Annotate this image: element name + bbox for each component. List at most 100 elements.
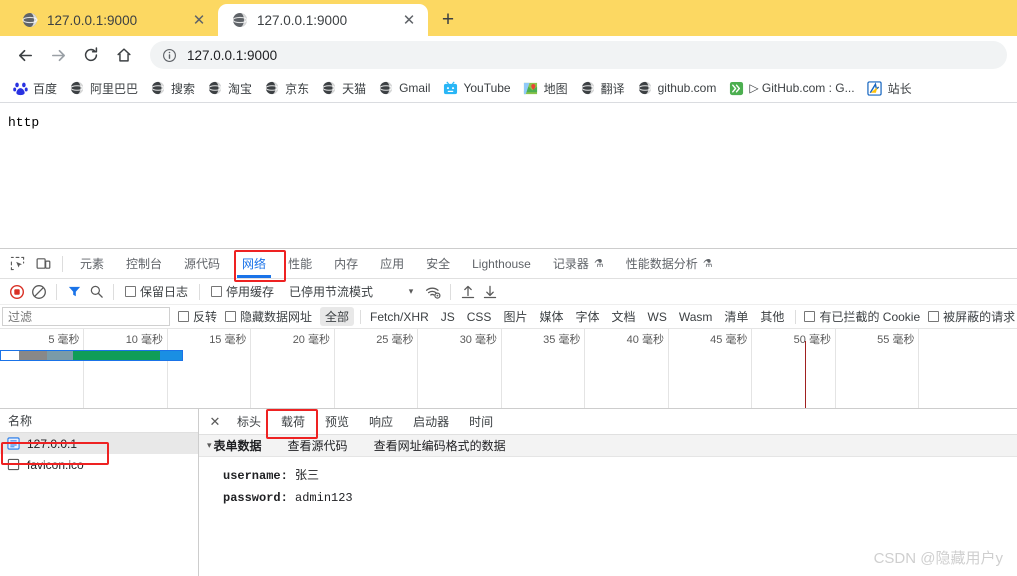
chevron-down-icon[interactable]: ▾ [400,282,422,302]
bookmark-translate[interactable]: 翻译 [574,76,631,100]
filter-type-label: 清单 [724,310,749,324]
devtools-tab-performance[interactable]: 性能 [277,250,323,278]
filter-funnel-icon[interactable] [63,282,85,302]
bookmark-alibaba[interactable]: 阿里巴巴 [63,76,144,100]
browser-tab-2[interactable]: 127.0.0.1:9000 ✕ [218,4,428,36]
devtools-tab-application[interactable]: 应用 [369,250,415,278]
upload-icon[interactable] [457,282,479,302]
bookmark-youtube[interactable]: YouTube [436,76,516,100]
filter-type-doc[interactable]: 文档 [606,307,640,326]
bookmark-label: 天猫 [342,81,367,96]
close-icon[interactable]: ✕ [203,411,227,433]
wifi-settings-icon[interactable] [422,282,444,302]
throttling-select[interactable]: 已停用节流模式 [285,283,373,300]
view-urlencoded-link[interactable]: 查看网址编码格式的数据 [374,437,506,454]
filter-type-all[interactable]: 全部 [320,307,355,326]
overview-bar-segment-content-download [73,351,160,360]
timeline-tick-label: 30 毫秒 [459,334,497,346]
request-list-header[interactable]: 名称 [0,409,198,433]
devtools-panel: 元素 控制台 源代码 网络 性能 内存 应用 安全 Lighthouse 记录器… [0,248,1017,576]
filter-type-media[interactable]: 媒体 [534,307,568,326]
bookmark-jd[interactable]: 京东 [258,76,315,100]
hide-data-urls-checkbox[interactable]: 隐藏数据网址 [225,308,312,325]
overview-bar-segment-queueing [1,351,19,360]
form-data-section-header[interactable]: ▾ 表单数据 查看源代码 查看网址编码格式的数据 [199,435,1017,457]
back-icon[interactable] [10,40,40,70]
filter-type-img[interactable]: 图片 [498,307,532,326]
tab-label: 启动器 [413,415,450,429]
tab-strip: 127.0.0.1:9000 ✕ 127.0.0.1:9000 ✕ + [0,0,1017,36]
toolbar-divider [56,283,57,300]
invert-checkbox[interactable]: 反转 [178,308,217,325]
inspect-element-icon[interactable] [4,252,30,276]
bookmark-taobao[interactable]: 淘宝 [201,76,258,100]
devtools-tab-lighthouse[interactable]: Lighthouse [461,250,542,278]
preserve-log-checkbox[interactable]: 保留日志 [125,283,188,300]
filter-type-label: CSS [466,309,492,324]
close-icon[interactable]: ✕ [400,11,418,29]
home-icon[interactable] [109,40,139,70]
devtools-tab-recorder[interactable]: 记录器 ⚗ [542,250,615,278]
address-bar[interactable]: 127.0.0.1:9000 [150,41,1007,69]
bookmark-gmail[interactable]: Gmail [372,76,436,100]
bookmark-chinaz[interactable]: 站长 [861,76,918,100]
tab-label: 网络 [242,257,267,271]
bookmark-baidu[interactable]: 百度 [6,76,63,100]
info-circle-icon[interactable] [162,48,177,63]
reload-icon[interactable] [76,40,106,70]
forward-icon[interactable] [43,40,73,70]
bookmark-tmall[interactable]: 天猫 [315,76,372,100]
devtools-tab-sources[interactable]: 源代码 [173,250,231,278]
bookmark-search[interactable]: 搜索 [144,76,201,100]
new-tab-button[interactable]: + [434,5,462,33]
detail-tab-initiator[interactable]: 启动器 [403,410,459,434]
checkbox-box [125,286,136,297]
tab-label: 预览 [325,415,350,429]
request-name: 127.0.0.1 [27,436,78,451]
filter-type-manifest[interactable]: 清单 [719,307,753,326]
detail-tab-headers[interactable]: 标头 [227,410,271,434]
network-overview-timeline[interactable]: 5 毫秒 10 毫秒 15 毫秒 20 毫秒 25 毫秒 30 毫秒 35 毫秒 40 毫秒 4… [0,329,1017,409]
browser-tab-1[interactable]: 127.0.0.1:9000 ✕ [8,4,218,36]
devtools-tab-memory[interactable]: 内存 [323,250,369,278]
request-row-favicon[interactable]: favicon.ico [0,454,198,475]
filter-type-other[interactable]: 其他 [755,307,789,326]
timeline-tick-label: 50 毫秒 [793,334,831,346]
record-stop-icon[interactable] [6,282,28,302]
devtools-tab-elements[interactable]: 元素 [69,250,115,278]
clear-icon[interactable] [28,282,50,302]
filter-type-font[interactable]: 字体 [570,307,604,326]
close-icon[interactable]: ✕ [190,11,208,29]
detail-tab-timing[interactable]: 时间 [459,410,503,434]
form-data-row: username: 张三 [223,465,1017,487]
device-toolbar-icon[interactable] [30,252,56,276]
devtools-tab-performance-insights[interactable]: 性能数据分析 ⚗ [615,250,724,278]
filter-type-css[interactable]: CSS [462,309,497,325]
filter-type-wasm[interactable]: Wasm [674,309,718,325]
filter-input[interactable] [2,307,170,326]
filter-type-label: 其他 [760,310,785,324]
disable-cache-checkbox[interactable]: 停用缓存 [211,283,274,300]
blocked-requests-checkbox[interactable]: 被屏蔽的请求 [928,308,1015,325]
devtools-tab-security[interactable]: 安全 [415,250,461,278]
devtools-tab-network[interactable]: 网络 [231,250,277,278]
detail-tab-response[interactable]: 响应 [359,410,403,434]
download-icon[interactable] [479,282,501,302]
view-source-link[interactable]: 查看源代码 [288,437,348,454]
blocked-cookies-checkbox[interactable]: 有已拦截的 Cookie [804,308,920,325]
search-icon[interactable] [85,282,107,302]
detail-tab-preview[interactable]: 预览 [315,410,359,434]
bookmark-label: 淘宝 [228,81,253,96]
bookmark-github-com[interactable]: github.com [631,76,723,100]
devtools-tab-console[interactable]: 控制台 [115,250,173,278]
page-body-text: http [8,115,40,130]
preserve-log-label: 保留日志 [140,285,189,299]
filter-type-js[interactable]: JS [436,309,460,325]
filter-type-fetch-xhr[interactable]: Fetch/XHR [365,309,434,325]
bookmark-github-folder[interactable]: ▷ GitHub.com : G... [722,76,860,100]
request-row-127001[interactable]: 127.0.0.1 [0,433,198,454]
filter-type-label: 全部 [325,310,350,324]
detail-tab-payload[interactable]: 载荷 [271,410,315,434]
bookmark-maps[interactable]: 地图 [517,76,574,100]
filter-type-ws[interactable]: WS [643,309,672,325]
